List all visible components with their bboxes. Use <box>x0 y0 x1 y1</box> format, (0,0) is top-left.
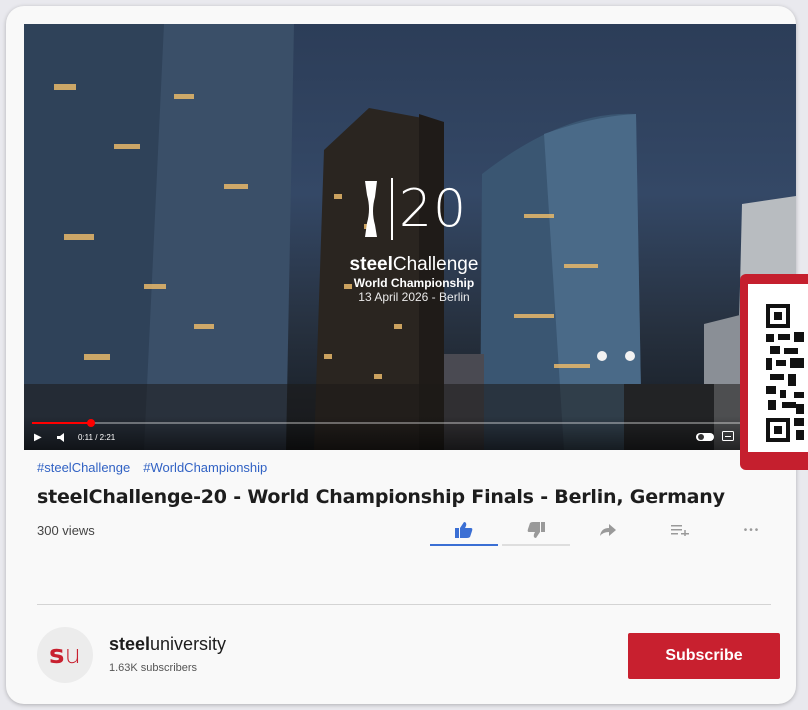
autoplay-toggle-icon[interactable] <box>696 432 714 446</box>
like-button[interactable] <box>430 516 498 546</box>
logo-brand: steelChallenge <box>349 254 479 275</box>
time-display: 0:11 / 2:21 <box>78 433 116 442</box>
logo-divider <box>390 178 393 240</box>
captions-icon[interactable] <box>722 431 734 445</box>
qr-code-panel <box>740 274 808 470</box>
hashtag-list: #steelChallenge #WorldChampionship <box>37 460 280 475</box>
logo-date: 13 April 2026 - Berlin <box>358 290 470 304</box>
play-icon[interactable]: ▶ <box>34 432 42 444</box>
video-player[interactable]: 20 steelChallenge World Championship 13 … <box>24 24 796 450</box>
logo-subtitle: World Championship <box>353 276 475 290</box>
more-icon: ••• <box>743 524 761 536</box>
championship-logo: 20 steelChallenge World Championship 13 … <box>324 174 504 304</box>
video-card: 20 steelChallenge World Championship 13 … <box>6 6 796 704</box>
hashtag-link[interactable]: #WorldChampionship <box>143 460 267 475</box>
subscribe-button[interactable]: Subscribe <box>628 633 780 679</box>
view-count: 300 views <box>37 523 95 538</box>
steel-ingot-icon <box>364 181 377 237</box>
share-icon <box>600 524 616 536</box>
more-button[interactable]: ••• <box>718 516 786 544</box>
save-button[interactable] <box>646 516 714 544</box>
thumbs-up-icon <box>455 522 473 538</box>
volume-icon[interactable] <box>56 432 68 447</box>
thumbs-down-icon <box>527 522 545 538</box>
add-to-playlist-icon <box>671 525 689 536</box>
hashtag-link[interactable]: #steelChallenge <box>37 460 130 475</box>
subscriber-count: 1.63K subscribers <box>109 662 198 674</box>
video-title: steelChallenge-20 - World Championship F… <box>37 486 725 508</box>
progress-handle[interactable] <box>86 419 95 427</box>
logo-number: 20 <box>398 179 468 239</box>
dislike-button[interactable] <box>502 516 570 546</box>
player-controls: ▶ 0:11 / 2:21 <box>24 416 796 450</box>
channel-name[interactable]: steeluniversity <box>109 634 226 655</box>
progress-bar[interactable] <box>32 419 788 427</box>
channel-avatar[interactable]: su <box>37 627 93 683</box>
progress-fill <box>32 422 91 424</box>
share-button[interactable] <box>574 516 642 544</box>
divider <box>37 604 771 605</box>
qr-code <box>766 304 804 442</box>
